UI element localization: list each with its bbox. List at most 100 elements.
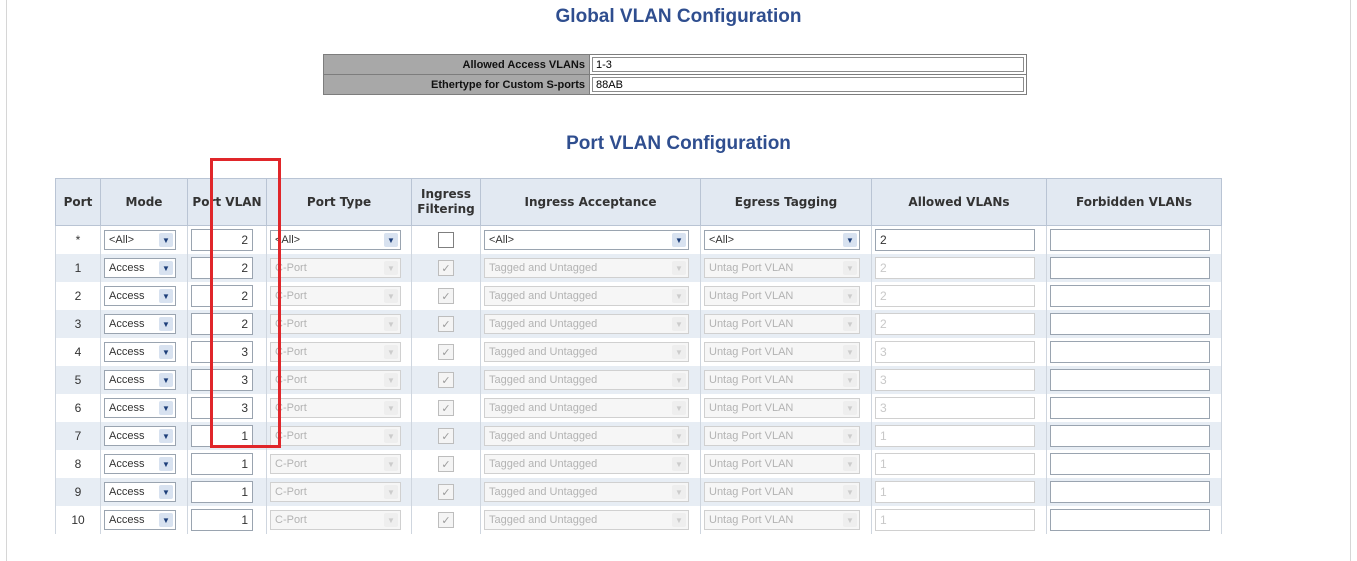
port-type-cell: C-Port ▼ xyxy=(266,450,412,478)
ingress-acceptance-select-value: Tagged and Untagged xyxy=(489,374,598,386)
allowed-vlans-cell: 1 xyxy=(871,422,1047,450)
egress-tagging-cell: <All> ▼ xyxy=(700,225,872,254)
ethertype-input[interactable] xyxy=(592,77,1024,93)
forbidden-vlans-cell xyxy=(1046,282,1222,310)
forbidden-vlans-input[interactable] xyxy=(1050,453,1210,475)
ingress-acceptance-select-value: Tagged and Untagged xyxy=(489,262,598,274)
forbidden-vlans-input[interactable] xyxy=(1050,285,1210,307)
port-type-select-value: C-Port xyxy=(275,374,307,386)
mode-select[interactable]: Access ▼ xyxy=(104,510,176,530)
forbidden-vlans-input[interactable] xyxy=(1050,481,1210,503)
ingress-filtering-cell: ✓ xyxy=(411,310,481,338)
egress-tagging-cell: Untag Port VLAN ▼ xyxy=(700,282,872,310)
forbidden-vlans-input[interactable] xyxy=(1050,341,1210,363)
port-vlan-input[interactable]: 2 xyxy=(191,313,253,335)
forbidden-vlans-cell xyxy=(1046,366,1222,394)
mode-select[interactable]: Access ▼ xyxy=(104,286,176,306)
checkmark-icon: ✓ xyxy=(438,512,454,528)
egress-tagging-cell: Untag Port VLAN ▼ xyxy=(700,478,872,506)
chevron-down-icon: ▼ xyxy=(159,401,173,415)
allowed-vlans-input[interactable]: 2 xyxy=(875,229,1035,251)
egress-tagging-select: Untag Port VLAN ▼ xyxy=(704,258,860,278)
port-vlan-input[interactable]: 2 xyxy=(191,257,253,279)
egress-tagging-cell: Untag Port VLAN ▼ xyxy=(700,254,872,282)
allowed-vlans-input: 1 xyxy=(875,509,1035,531)
egress-tagging-cell: Untag Port VLAN ▼ xyxy=(700,366,872,394)
port-row: 9 Access ▼ 1 C-Port ▼ ✓ Tagged and Untag… xyxy=(55,478,1222,506)
port-type-select[interactable]: <All> ▼ xyxy=(270,230,401,250)
port-vlan-input[interactable]: 2 xyxy=(191,285,253,307)
port-vlan-cell: 1 xyxy=(187,506,267,534)
allowed-access-vlans-input[interactable] xyxy=(592,57,1024,73)
egress-tagging-select-value: Untag Port VLAN xyxy=(709,486,794,498)
mode-select-value: Access xyxy=(109,318,145,330)
chevron-down-icon: ▼ xyxy=(159,261,173,275)
forbidden-vlans-input[interactable] xyxy=(1050,313,1210,335)
global-config-table: Allowed Access VLANs Ethertype for Custo… xyxy=(323,54,1027,95)
mode-select[interactable]: Access ▼ xyxy=(104,342,176,362)
ingress-acceptance-cell: <All> ▼ xyxy=(480,225,701,254)
allowed-vlans-input: 3 xyxy=(875,397,1035,419)
port-vlan-input[interactable]: 3 xyxy=(191,369,253,391)
port-vlan-input[interactable]: 1 xyxy=(191,453,253,475)
mode-select[interactable]: Access ▼ xyxy=(104,398,176,418)
egress-tagging-select: Untag Port VLAN ▼ xyxy=(704,314,860,334)
forbidden-vlans-cell xyxy=(1046,478,1222,506)
forbidden-vlans-input[interactable] xyxy=(1050,229,1210,251)
port-vlan-input[interactable]: 3 xyxy=(191,341,253,363)
forbidden-vlans-input[interactable] xyxy=(1050,425,1210,447)
ingress-acceptance-cell: Tagged and Untagged ▼ xyxy=(480,422,701,450)
port-type-cell: C-Port ▼ xyxy=(266,338,412,366)
port-type-cell: C-Port ▼ xyxy=(266,394,412,422)
ingress-acceptance-cell: Tagged and Untagged ▼ xyxy=(480,310,701,338)
port-cell: 10 xyxy=(55,506,101,534)
header-forbidden-vlans: Forbidden VLANs xyxy=(1046,178,1222,226)
forbidden-vlans-input[interactable] xyxy=(1050,369,1210,391)
forbidden-vlans-input[interactable] xyxy=(1050,509,1210,531)
allowed-access-vlans-label: Allowed Access VLANs xyxy=(323,54,590,75)
port-vlan-input[interactable]: 1 xyxy=(191,509,253,531)
port-type-cell: C-Port ▼ xyxy=(266,478,412,506)
port-row: 8 Access ▼ 1 C-Port ▼ ✓ Tagged and Untag… xyxy=(55,450,1222,478)
port-cell: 4 xyxy=(55,338,101,366)
mode-select[interactable]: <All> ▼ xyxy=(104,230,176,250)
mode-select[interactable]: Access ▼ xyxy=(104,482,176,502)
chevron-down-icon: ▼ xyxy=(384,513,398,527)
ingress-acceptance-select-value: Tagged and Untagged xyxy=(489,318,598,330)
port-type-select-value: C-Port xyxy=(275,262,307,274)
port-row: 2 Access ▼ 2 C-Port ▼ ✓ Tagged and Untag… xyxy=(55,282,1222,310)
chevron-down-icon: ▼ xyxy=(159,485,173,499)
forbidden-vlans-input[interactable] xyxy=(1050,397,1210,419)
chevron-down-icon: ▼ xyxy=(159,373,173,387)
mode-select[interactable]: Access ▼ xyxy=(104,370,176,390)
port-vlan-input[interactable]: 3 xyxy=(191,397,253,419)
forbidden-vlans-cell xyxy=(1046,394,1222,422)
chevron-down-icon: ▼ xyxy=(843,429,857,443)
mode-select[interactable]: Access ▼ xyxy=(104,314,176,334)
egress-tagging-select[interactable]: <All> ▼ xyxy=(704,230,860,250)
port-vlan-cell: 3 xyxy=(187,394,267,422)
port-vlan-input[interactable]: 2 xyxy=(191,229,253,251)
header-port-vlan: Port VLAN xyxy=(187,178,267,226)
ingress-acceptance-select[interactable]: <All> ▼ xyxy=(484,230,689,250)
mode-select[interactable]: Access ▼ xyxy=(104,426,176,446)
port-vlan-input[interactable]: 1 xyxy=(191,425,253,447)
mode-select[interactable]: Access ▼ xyxy=(104,258,176,278)
port-row: 4 Access ▼ 3 C-Port ▼ ✓ Tagged and Untag… xyxy=(55,338,1222,366)
port-vlan-input[interactable]: 1 xyxy=(191,481,253,503)
header-ingress-filtering: Ingress Filtering xyxy=(411,178,481,226)
chevron-down-icon: ▼ xyxy=(843,233,857,247)
chevron-down-icon: ▼ xyxy=(843,261,857,275)
port-type-select: C-Port ▼ xyxy=(270,286,401,306)
all-ports-row: * <All> ▼ 2 <All> ▼ <All> ▼ <All> ▼ 2 xyxy=(55,225,1222,254)
allowed-vlans-cell: 3 xyxy=(871,366,1047,394)
forbidden-vlans-input[interactable] xyxy=(1050,257,1210,279)
mode-select[interactable]: Access ▼ xyxy=(104,454,176,474)
ingress-filtering-checkbox[interactable] xyxy=(438,232,454,248)
ingress-acceptance-cell: Tagged and Untagged ▼ xyxy=(480,282,701,310)
port-vlan-cell: 2 xyxy=(187,254,267,282)
ethertype-label: Ethertype for Custom S-ports xyxy=(323,74,590,95)
allowed-vlans-input: 2 xyxy=(875,285,1035,307)
ingress-filtering-cell: ✓ xyxy=(411,422,481,450)
ingress-acceptance-cell: Tagged and Untagged ▼ xyxy=(480,394,701,422)
